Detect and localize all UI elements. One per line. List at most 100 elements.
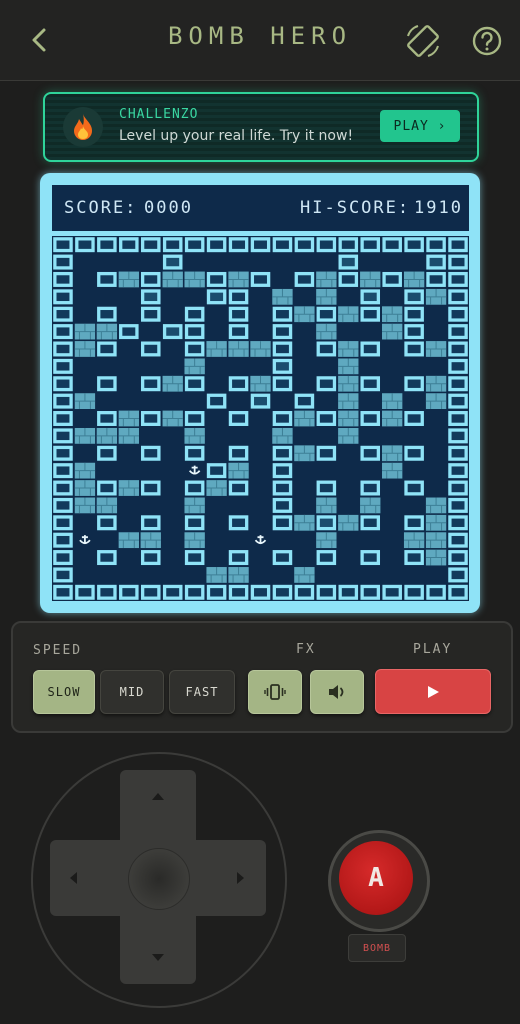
wall-block <box>53 480 73 496</box>
destructible-block <box>426 254 446 270</box>
wall-block <box>53 550 73 566</box>
game-board: SCORE: 0000 HI-SCORE: 1910 <box>40 173 480 613</box>
wall-block <box>448 237 468 253</box>
brick-block <box>425 532 447 549</box>
wall-block <box>97 271 117 287</box>
brick-block <box>184 271 205 288</box>
wall-block <box>53 463 73 479</box>
brick-block <box>206 341 227 357</box>
brick-block <box>184 427 205 444</box>
wall-block <box>97 237 117 253</box>
destructible-block <box>162 254 183 270</box>
brick-block <box>360 497 381 514</box>
dpad-right-button[interactable] <box>228 860 254 896</box>
brick-block <box>382 393 403 410</box>
vibrate-icon <box>264 684 286 700</box>
banner-brand: CHALLENZO <box>119 107 199 122</box>
wall-block <box>404 480 424 496</box>
vibration-toggle[interactable] <box>248 670 302 714</box>
wall-block <box>140 550 161 566</box>
wall-block <box>316 376 337 392</box>
wall-block <box>140 411 161 426</box>
wall-block <box>404 237 424 253</box>
wall-block <box>206 271 227 287</box>
sound-toggle[interactable] <box>310 670 364 714</box>
a-button[interactable]: A <box>339 841 413 915</box>
wall-block <box>360 341 381 357</box>
wall-block <box>272 515 293 531</box>
wall-block <box>360 584 381 600</box>
wall-block <box>228 515 249 531</box>
wall-block <box>53 393 73 409</box>
wall-block <box>53 567 73 583</box>
wall-block <box>272 324 293 340</box>
brick-block <box>184 358 205 375</box>
wall-block <box>228 237 249 253</box>
brick-block <box>250 375 271 392</box>
wall-block <box>426 237 446 253</box>
brick-block <box>162 410 183 427</box>
game-grid[interactable] <box>52 236 469 601</box>
brick-block <box>425 549 447 566</box>
wall-block <box>404 324 424 340</box>
wall-block <box>338 237 359 253</box>
brick-block <box>206 567 227 583</box>
wall-block <box>140 306 161 322</box>
promo-banner[interactable]: CHALLENZO Level up your real life. Try i… <box>43 92 479 162</box>
wall-block <box>119 324 139 340</box>
wall-block <box>272 497 293 513</box>
speed-fast-button[interactable]: FAST <box>169 670 235 714</box>
play-button[interactable] <box>375 669 491 714</box>
brick-block <box>140 532 161 549</box>
dpad-left-button[interactable] <box>60 860 86 896</box>
rotate-screen-button[interactable] <box>404 22 442 60</box>
wall-block <box>140 480 161 496</box>
wall-block <box>140 271 161 287</box>
wall-block <box>448 532 468 548</box>
brick-block <box>294 514 315 531</box>
speed-mid-button[interactable]: MID <box>100 670 164 714</box>
brick-block <box>425 341 447 357</box>
wall-block <box>360 306 381 322</box>
wall-block <box>448 463 468 479</box>
wall-block <box>53 497 73 513</box>
brick-block <box>74 323 96 340</box>
speed-label: SPEED <box>33 643 83 658</box>
brick-block <box>316 271 337 288</box>
wall-block <box>184 480 205 496</box>
speed-slow-button[interactable]: SLOW <box>33 670 95 714</box>
wall-block <box>404 306 424 322</box>
help-button[interactable] <box>470 24 504 58</box>
banner-play-button[interactable]: PLAY › <box>380 110 460 142</box>
wall-block <box>404 341 424 357</box>
wall-block <box>272 463 293 479</box>
wall-block <box>97 445 117 461</box>
brick-block <box>294 567 315 583</box>
dpad-up-button[interactable] <box>140 784 176 810</box>
wall-block <box>448 393 468 409</box>
brick-block <box>228 271 249 288</box>
wall-block <box>184 411 205 426</box>
wall-block <box>162 237 183 253</box>
wall-block <box>119 237 139 253</box>
wall-block <box>97 480 117 496</box>
wall-block <box>426 584 446 600</box>
play-label: PLAY <box>413 642 453 657</box>
brick-block <box>294 445 315 462</box>
wall-block <box>140 584 161 600</box>
destructible-block <box>404 289 424 305</box>
wall-block <box>360 515 381 531</box>
wall-block <box>97 306 117 322</box>
destructible-block <box>140 289 161 305</box>
wall-block <box>316 445 337 461</box>
brick-block <box>250 341 271 357</box>
wall-block <box>97 550 117 566</box>
wall-block <box>53 532 73 548</box>
wall-block <box>53 358 73 374</box>
dpad-center <box>128 848 190 910</box>
brick-block <box>425 375 447 392</box>
brick-block <box>74 393 96 410</box>
dpad-down-button[interactable] <box>140 944 176 970</box>
wall-block <box>360 237 381 253</box>
brick-block <box>338 358 359 375</box>
